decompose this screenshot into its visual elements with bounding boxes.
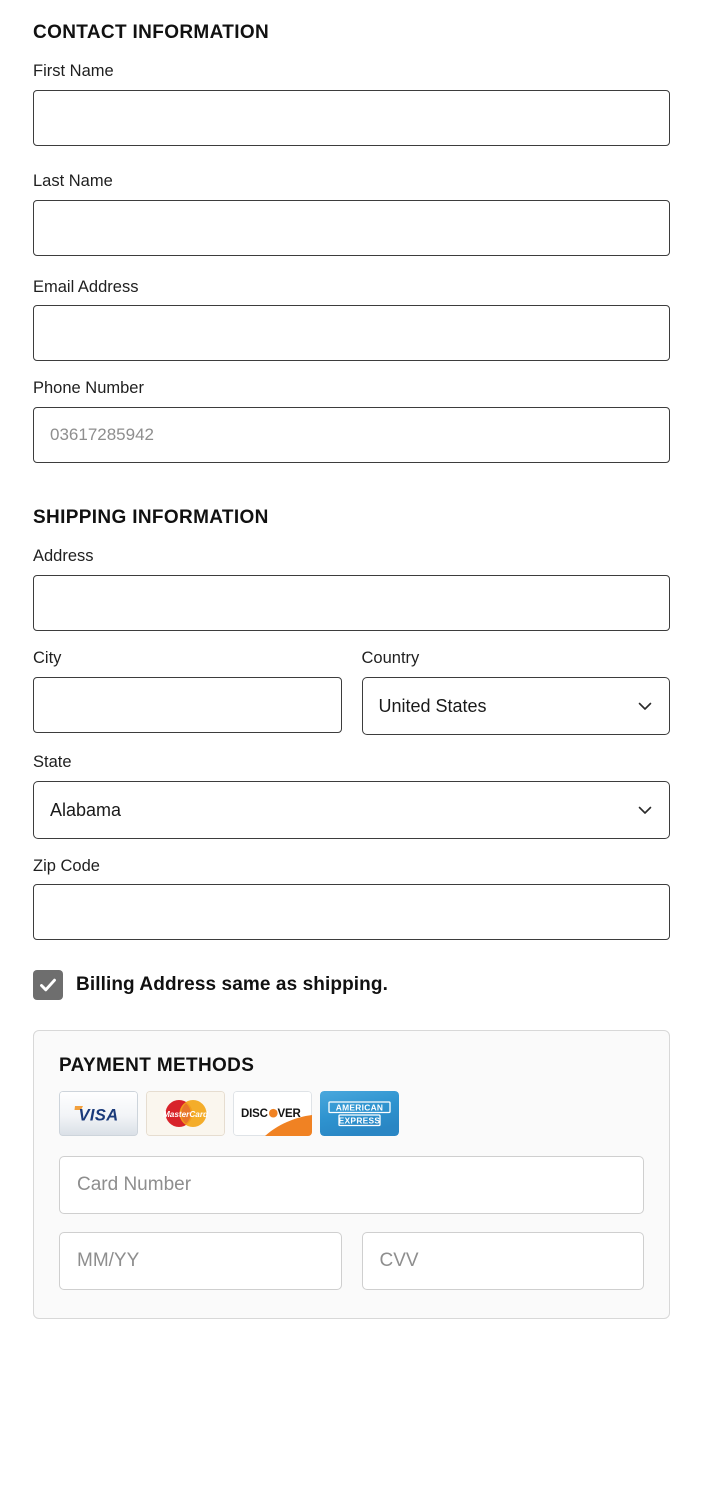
- svg-text:DISC: DISC: [241, 1108, 268, 1120]
- svg-text:MasterCard: MasterCard: [163, 1110, 209, 1119]
- shipping-information-heading: SHIPPING INFORMATION: [33, 507, 269, 529]
- first-name-input[interactable]: [33, 89, 670, 146]
- state-field: State Alabama: [33, 753, 670, 839]
- svg-text:EXPRESS: EXPRESS: [339, 1116, 381, 1126]
- state-selected-value: Alabama: [50, 799, 122, 820]
- phone-number-input[interactable]: [33, 407, 670, 464]
- first-name-field: First Name: [33, 62, 670, 146]
- payment-methods-panel: PAYMENT METHODS VISA MasterCard DISC VER…: [33, 1030, 670, 1320]
- checkout-form: CONTACT INFORMATION First Name Last Name…: [0, 0, 703, 1497]
- card-expiry-input[interactable]: [59, 1232, 342, 1291]
- email-address-input[interactable]: [33, 305, 670, 362]
- first-name-label: First Name: [33, 62, 114, 80]
- zip-code-field: Zip Code: [33, 857, 670, 941]
- state-label: State: [33, 752, 72, 771]
- country-label: Country: [361, 648, 420, 667]
- city-input[interactable]: [33, 676, 342, 733]
- discover-logo: DISC VER: [233, 1091, 312, 1137]
- address-field: Address: [33, 547, 670, 631]
- city-country-row: City Country United States: [33, 649, 670, 735]
- zip-code-input[interactable]: [33, 884, 670, 941]
- check-icon: [40, 979, 56, 992]
- billing-same-as-shipping-checkbox[interactable]: [33, 970, 63, 1001]
- phone-number-label: Phone Number: [33, 379, 144, 398]
- american-express-logo: AMERICAN EXPRESS: [320, 1091, 399, 1137]
- svg-text:VER: VER: [278, 1108, 302, 1120]
- svg-text:AMERICAN: AMERICAN: [336, 1103, 384, 1113]
- chevron-down-icon: [636, 801, 654, 819]
- billing-same-as-shipping-row[interactable]: Billing Address same as shipping.: [33, 970, 670, 1001]
- payment-methods-heading: PAYMENT METHODS: [59, 1055, 255, 1077]
- card-cvv-input[interactable]: [361, 1232, 644, 1291]
- mastercard-logo: MasterCard: [146, 1091, 225, 1137]
- expiry-cvv-row: [59, 1232, 644, 1291]
- chevron-down-icon: [636, 697, 654, 715]
- zip-code-label: Zip Code: [33, 856, 100, 875]
- last-name-field: Last Name: [33, 172, 670, 256]
- contact-information-heading: CONTACT INFORMATION: [33, 22, 270, 43]
- billing-same-as-shipping-label: Billing Address same as shipping.: [76, 974, 388, 996]
- country-field: Country United States: [361, 648, 670, 735]
- country-selected-value: United States: [378, 695, 487, 716]
- state-select[interactable]: Alabama: [33, 780, 670, 839]
- card-number-input[interactable]: [59, 1156, 644, 1215]
- last-name-input[interactable]: [33, 199, 670, 256]
- email-address-label: Email Address: [33, 277, 139, 296]
- city-label: City: [33, 648, 62, 667]
- last-name-label: Last Name: [33, 171, 113, 190]
- address-label: Address: [33, 547, 94, 566]
- phone-number-field: Phone Number: [33, 379, 670, 464]
- svg-text:VISA: VISA: [78, 1107, 118, 1125]
- city-field: City: [33, 649, 342, 735]
- email-address-field: Email Address: [33, 278, 670, 362]
- address-input[interactable]: [33, 574, 670, 631]
- visa-logo: VISA: [59, 1091, 138, 1137]
- country-select[interactable]: United States: [361, 676, 670, 735]
- accepted-card-logos: VISA MasterCard DISC VER AMERICAN EXPRES…: [59, 1091, 644, 1137]
